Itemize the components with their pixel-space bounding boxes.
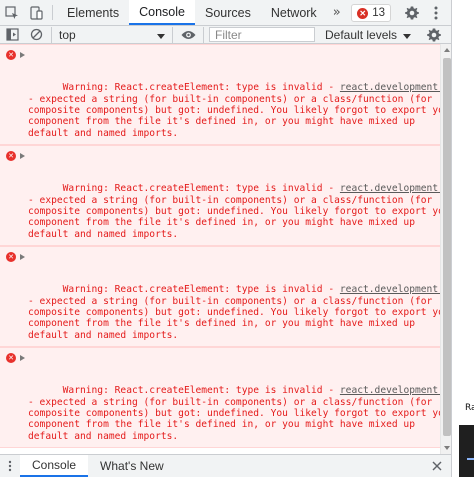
error-icon: ✕ <box>6 353 16 363</box>
context-selector[interactable]: top <box>55 25 169 45</box>
tab-sources[interactable]: Sources <box>195 0 261 25</box>
error-icon: ✕ <box>357 7 369 19</box>
source-link[interactable]: react.development.js:220 <box>340 284 451 295</box>
devtools-window: Elements Console Sources Network » ✕ 13 <box>0 0 452 477</box>
divider <box>203 26 204 43</box>
dropdown-arrow-icon <box>157 28 165 42</box>
background-window: Ra <box>452 0 474 477</box>
scroll-down-arrow-icon[interactable] <box>444 446 450 450</box>
drawer-tab-whats-new[interactable]: What's New <box>88 455 176 477</box>
drawer-tab-console[interactable]: Console <box>20 455 89 477</box>
more-tabs-button[interactable]: » <box>327 0 347 25</box>
scrollbar[interactable] <box>440 44 451 454</box>
main-toolbar-right: ✕ 13 <box>351 0 451 26</box>
gear-icon[interactable] <box>401 2 423 24</box>
background-text: Ra <box>465 403 474 413</box>
expand-triangle-icon[interactable] <box>20 52 25 58</box>
tab-console[interactable]: Console <box>129 0 195 25</box>
console-toolbar: top Default levels <box>0 26 451 44</box>
error-icon: ✕ <box>6 252 16 262</box>
tab-network[interactable]: Network <box>261 0 327 25</box>
divider <box>172 26 173 43</box>
scrollbar-thumb[interactable] <box>443 58 451 436</box>
message-lead: Warning: React.createElement: type is in… <box>62 284 340 296</box>
console-message[interactable]: ✕ Warning: React.createElement: type is … <box>0 44 451 173</box>
kebab-menu-icon[interactable] <box>429 2 443 24</box>
device-toolbar-icon[interactable] <box>24 0 48 25</box>
log-levels-dropdown[interactable]: Default levels <box>325 27 412 42</box>
divider <box>52 5 53 20</box>
error-icon: ✕ <box>6 50 16 60</box>
source-link[interactable]: react.development.js:220 <box>340 385 451 396</box>
message-lead: Warning: React.createElement: type is in… <box>62 385 340 397</box>
tab-elements[interactable]: Elements <box>57 0 129 25</box>
message-lead: Warning: React.createElement: type is in… <box>62 183 340 195</box>
source-link[interactable]: react.development.js:220 <box>340 82 451 93</box>
drawer-menu-icon[interactable] <box>0 455 20 477</box>
console-message[interactable]: ✕ Warning: React.createElement: type is … <box>0 145 451 274</box>
message-body: - expected a string (for built-in compon… <box>28 396 451 454</box>
clear-console-icon[interactable] <box>24 26 48 44</box>
gear-icon[interactable] <box>423 24 445 46</box>
eye-icon[interactable] <box>176 26 200 44</box>
error-count: 13 <box>372 7 385 19</box>
background-panel <box>459 425 474 477</box>
context-label: top <box>59 27 76 42</box>
log-levels-label: Default levels <box>325 27 398 42</box>
divider <box>51 26 52 43</box>
error-count-badge[interactable]: ✕ 13 <box>351 4 391 22</box>
main-tab-bar: Elements Console Sources Network » ✕ 13 <box>0 0 451 26</box>
message-lead: Warning: React.createElement: type is in… <box>62 82 340 94</box>
console-message[interactable]: ✕ Warning: React.createElement: type is … <box>0 347 451 454</box>
console-log[interactable]: ✕ Warning: React.createElement: type is … <box>0 44 451 454</box>
expand-triangle-icon[interactable] <box>20 355 25 361</box>
expand-triangle-icon[interactable] <box>20 153 25 159</box>
filter-input[interactable] <box>209 27 315 42</box>
sidebar-toggle-icon[interactable] <box>0 26 24 44</box>
close-icon[interactable] <box>430 459 444 473</box>
expand-triangle-icon[interactable] <box>20 254 25 260</box>
source-link[interactable]: react.development.js:220 <box>340 183 451 194</box>
inspect-icon[interactable] <box>0 0 24 25</box>
error-icon: ✕ <box>6 151 16 161</box>
dropdown-arrow-icon <box>403 28 412 42</box>
console-message[interactable]: ✕ Warning: React.createElement: type is … <box>0 246 451 375</box>
drawer-tab-bar: Console What's New <box>0 454 451 477</box>
background-accent <box>467 458 474 460</box>
scroll-up-arrow-icon[interactable] <box>444 48 450 52</box>
